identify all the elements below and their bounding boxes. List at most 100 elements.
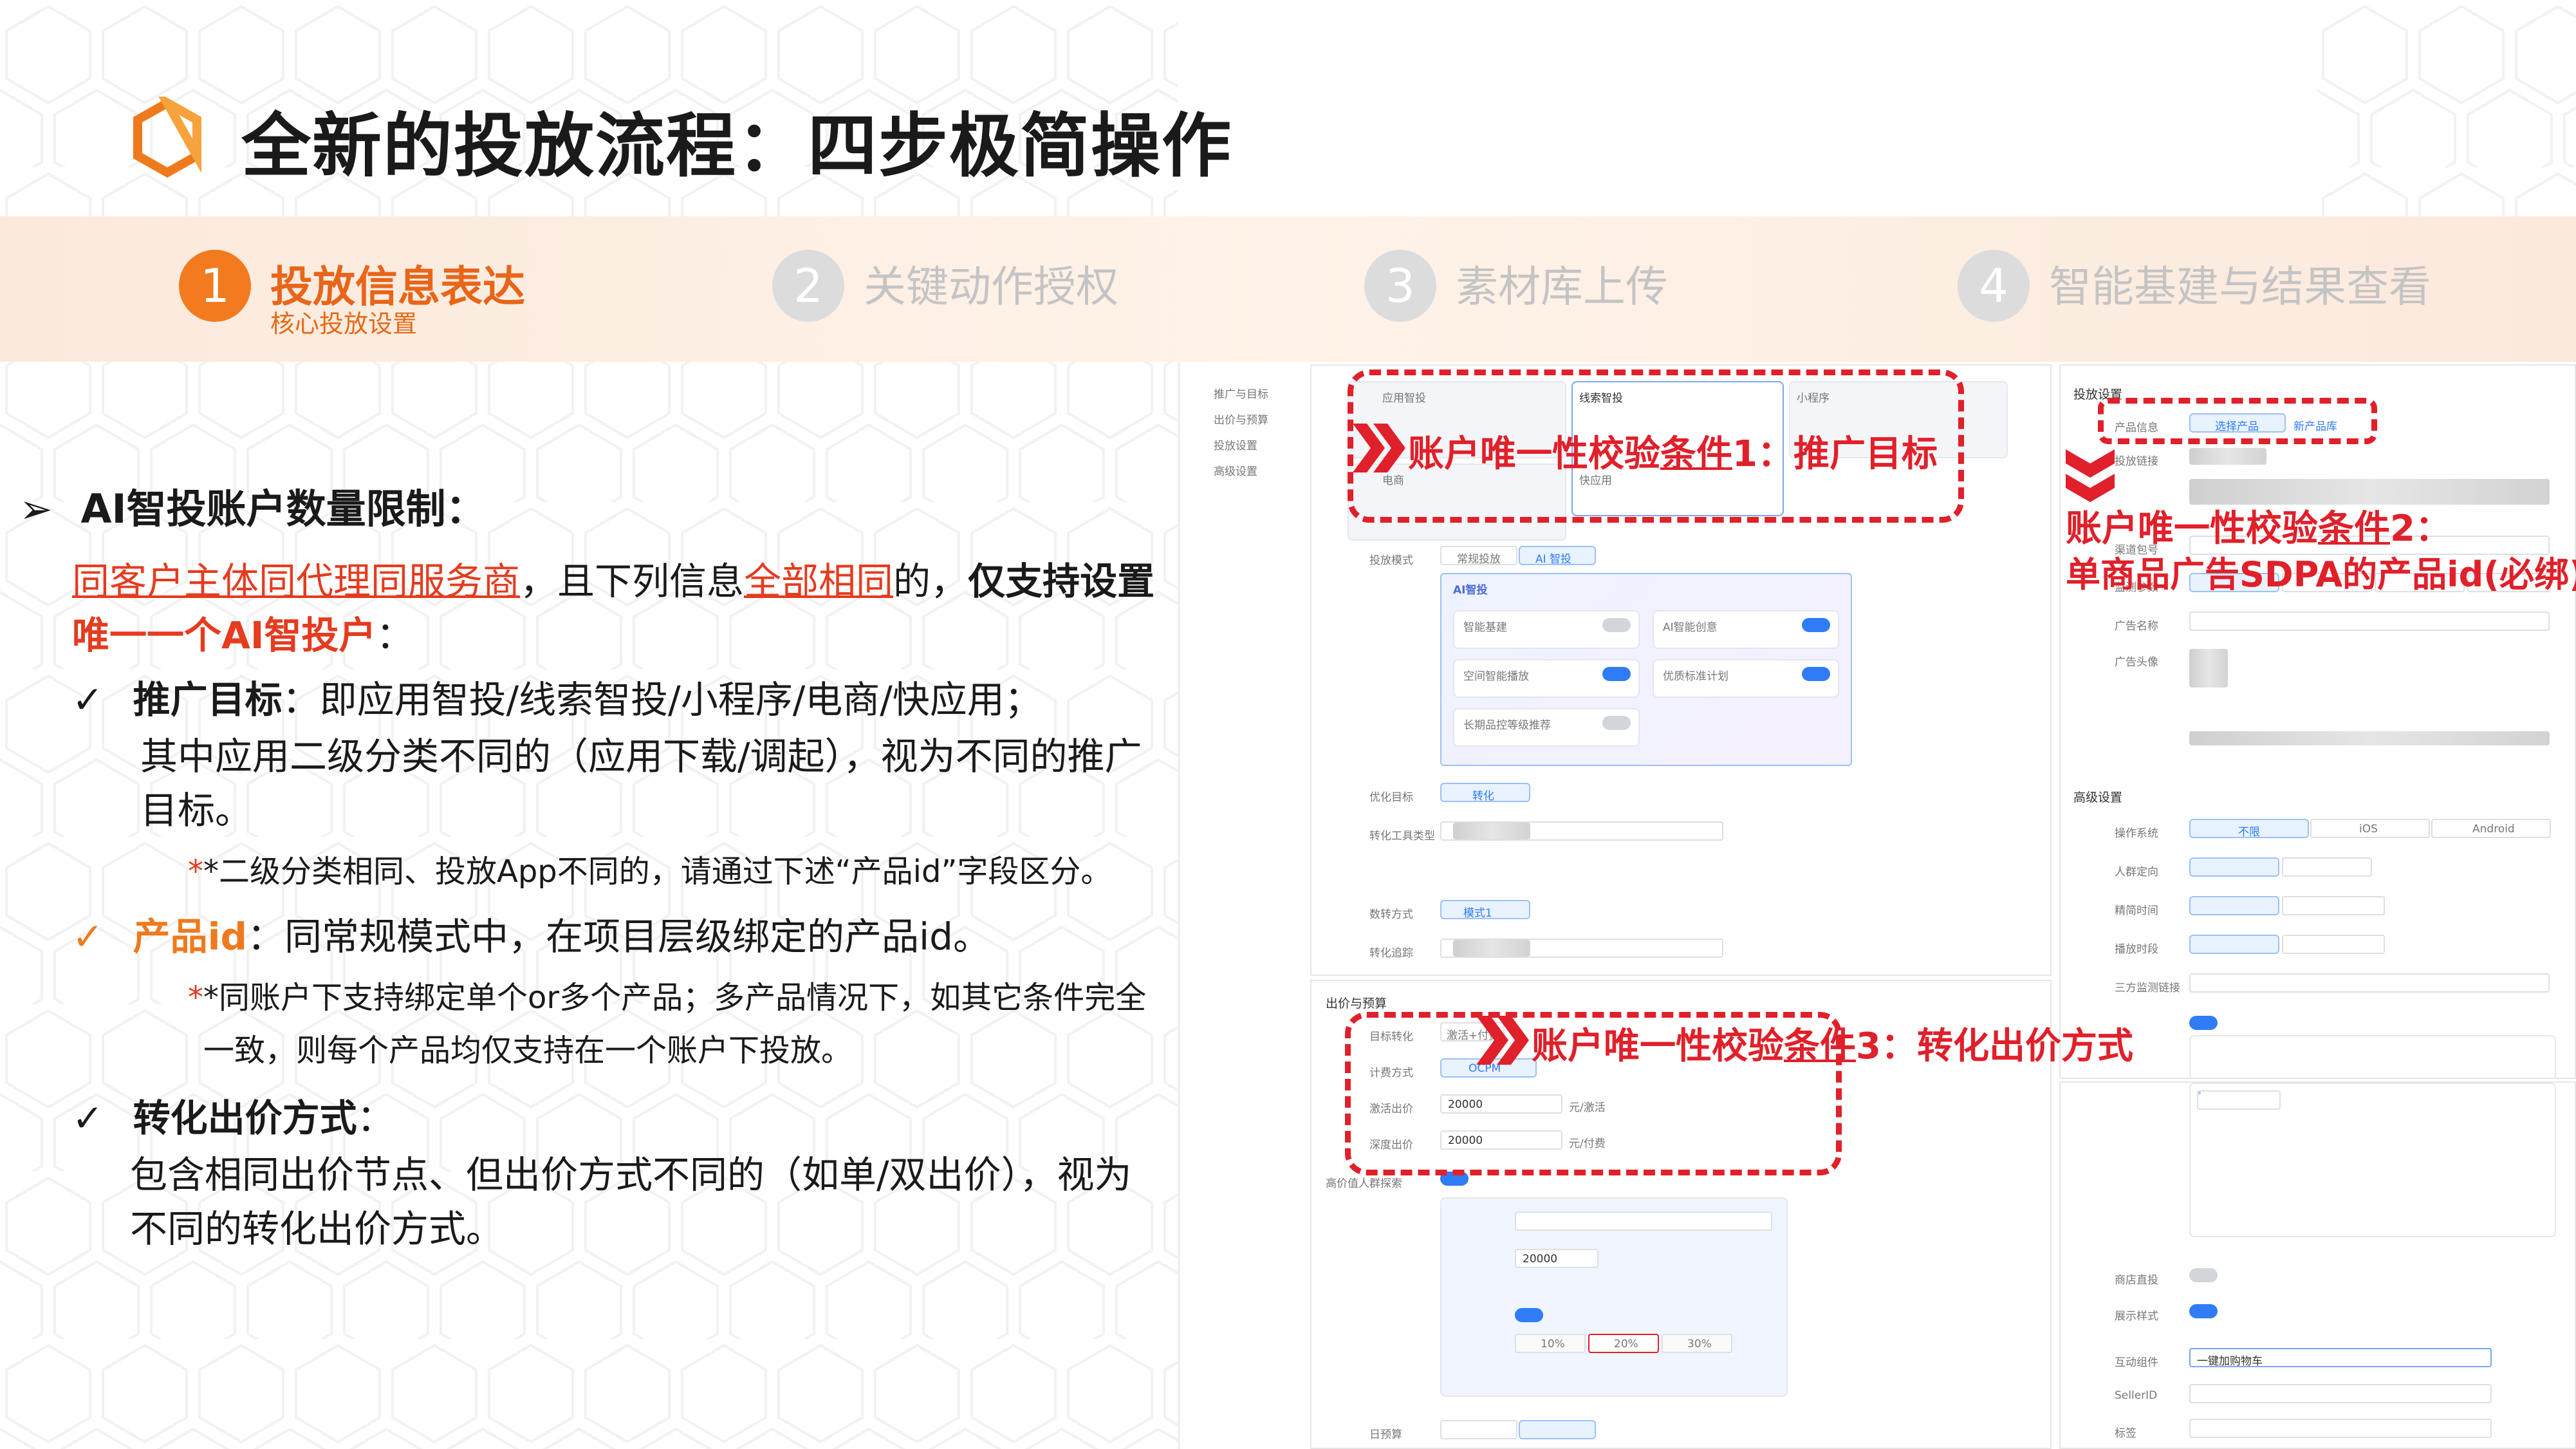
ai-option-2-toggle[interactable] xyxy=(1802,618,1830,632)
mode-ai-text: AI 智投 xyxy=(1535,553,1572,566)
store-direct-toggle[interactable] xyxy=(2189,1268,2218,1282)
callout-1-prefix: 账户唯一性校验 xyxy=(1408,433,1660,475)
chevron-right-icon xyxy=(1476,1016,1529,1065)
callout-condition-3: 账户唯一性校验条件3：转化出价方式 xyxy=(1532,1017,2133,1069)
os-ios-label: iOS xyxy=(2359,823,2378,836)
package-screenshot: 商店直投 展示样式 互动组件 一键加购物车 SellerID 标签 xyxy=(2059,1081,2576,1449)
label-tag: 标签 xyxy=(2115,1427,2136,1440)
arrow-bullet-icon: ➢ xyxy=(19,485,53,532)
label-schedule: 播放时段 xyxy=(2115,943,2158,956)
avatar-name xyxy=(2189,731,2550,745)
pct-20-label: 20% xyxy=(1614,1338,1638,1351)
link-value xyxy=(2189,448,2266,465)
schedule-option-1[interactable] xyxy=(2189,935,2279,954)
nav-item-advanced[interactable]: 高级设置 xyxy=(1214,462,1257,478)
section-heading: AI智投账户数量限制： xyxy=(80,485,486,532)
step-4-number: 4 xyxy=(1958,250,2030,322)
callout-3-prefix: 账户唯一性校验 xyxy=(1532,1025,1784,1067)
item-1-line-3: 目标。 xyxy=(140,789,253,832)
step-4-label: 智能基建与结果查看 xyxy=(2049,262,2431,312)
label-high-value: 高价值人群探索 xyxy=(1326,1177,1402,1190)
slide: 全新的投放流程：四步极简操作 1 投放信息表达 核心投放设置 2 关键动作授权 … xyxy=(0,0,2576,1449)
ai-option-1-toggle[interactable] xyxy=(1602,618,1631,632)
step-2-number: 2 xyxy=(772,250,844,322)
label-daily-budget: 日预算 xyxy=(1369,1428,1402,1441)
item-1-text: ：即应用智投/线索智投/小程序/电商/快应用； xyxy=(282,678,1042,722)
step-2-label: 关键动作授权 xyxy=(864,262,1118,312)
intro-all-same: 全部相同 xyxy=(744,559,894,603)
item-1-note: **二级分类相同、投放App不同的，请通过下述“产品id”字段区分。 xyxy=(188,854,1112,890)
item-3-line-2: 包含相同出价节点、但出价方式不同的（如单/双出价），视为 xyxy=(130,1153,1132,1197)
ai-option-4-toggle[interactable] xyxy=(1802,667,1830,681)
crowd-option-2[interactable] xyxy=(2282,857,2372,877)
callout-2-prefix: 账户唯一性校验 xyxy=(2066,508,2318,550)
label-time: 精简时间 xyxy=(2115,904,2158,917)
heading-line: ➢ AI智投账户数量限制： xyxy=(19,476,486,534)
seller-input[interactable] xyxy=(2189,1384,2492,1403)
optimize-option-text: 转化 xyxy=(1472,790,1494,803)
tag-input[interactable] xyxy=(2189,1419,2492,1438)
ai-option-5-toggle[interactable] xyxy=(1602,716,1631,730)
item-2-text: ：同常规模式中，在项目层级绑定的产品id。 xyxy=(247,915,990,958)
check-icon: ✓ xyxy=(72,1096,104,1140)
crowd-option-1[interactable] xyxy=(2189,857,2279,877)
tracking-select-value xyxy=(1453,940,1530,957)
package-picker xyxy=(2189,1035,2556,1078)
package-search[interactable] xyxy=(2197,1090,2281,1110)
item-2-note-1: **同账户下支持绑定单个or多个产品；多产品情况下，如其它条件完全 xyxy=(188,980,1147,1016)
step-3-label: 素材库上传 xyxy=(1456,262,1668,312)
high-value-bid: 20000 xyxy=(1523,1253,1558,1266)
nav-screenshot: 推广与目标 出价与预算 投放设置 高级设置 xyxy=(1189,362,1305,1449)
chevron-right-icon xyxy=(1353,424,1405,472)
step-1-sublabel: 核心投放设置 xyxy=(270,310,418,338)
avatar-image xyxy=(2189,649,2228,687)
schedule-option-2[interactable] xyxy=(2282,935,2385,954)
item-1-line-1: ✓ 推广目标：即应用智投/线索智投/小程序/电商/快应用； xyxy=(72,669,1042,724)
callout-3-underlined: 条件 xyxy=(1784,1025,1856,1067)
budget-toggle[interactable] xyxy=(2189,1016,2218,1030)
ai-option-5-label: 长期品控等级推荐 xyxy=(1463,719,1551,732)
label-ad-name: 广告名称 xyxy=(2115,620,2158,633)
item-3-colon: ： xyxy=(357,1096,394,1140)
label-avatar: 广告头像 xyxy=(2115,656,2158,669)
item-2-note-text-1: *同账户下支持绑定单个or多个产品；多产品情况下，如其它条件完全 xyxy=(203,980,1147,1016)
item-3-line-1: ✓ 转化出价方式： xyxy=(72,1088,394,1142)
intro-colon: ： xyxy=(376,613,414,657)
intro-same-client: 同客户主体同代理同服务商 xyxy=(72,559,521,603)
pct-30-label: 30% xyxy=(1687,1338,1712,1351)
style-toggle[interactable] xyxy=(2189,1304,2218,1318)
ai-option-2-label: AI智能创意 xyxy=(1663,621,1718,634)
label-mode: 投放模式 xyxy=(1369,554,1413,567)
ai-panel-title: AI智投 xyxy=(1453,584,1488,597)
hexagon-logo-icon xyxy=(133,97,201,178)
budget-set-option[interactable] xyxy=(1519,1420,1596,1439)
label-tracking: 转化追踪 xyxy=(1369,947,1413,960)
interactive-value: 一键加购物车 xyxy=(2197,1355,2263,1368)
nav-item-delivery[interactable]: 投放设置 xyxy=(1214,436,1257,453)
chevron-down-icon xyxy=(2066,449,2115,502)
mode-normal-text: 常规投放 xyxy=(1457,553,1501,566)
tool-select-value xyxy=(1453,823,1530,839)
intro-text-2: 的， xyxy=(893,559,968,603)
nav-item-bid[interactable]: 出价与预算 xyxy=(1214,411,1268,427)
os-all-label: 不限 xyxy=(2238,826,2260,839)
time-option-2[interactable] xyxy=(2282,896,2385,915)
ai-option-4-label: 优质标准计划 xyxy=(1663,670,1728,683)
callout-condition-2-detail: 单商品广告SDPA的产品id(必绑) xyxy=(2066,554,2576,595)
intro-text: ，且下列信息 xyxy=(520,559,745,603)
pct-10-label: 10% xyxy=(1541,1338,1565,1351)
item-2-title: 产品id xyxy=(133,915,248,958)
label-third-party: 三方监测链接 xyxy=(2115,982,2180,995)
high-value-select[interactable] xyxy=(1515,1211,1772,1231)
column-divider xyxy=(1178,362,1180,1449)
nav-item-target[interactable]: 推广与目标 xyxy=(1214,385,1268,401)
intro-only-one: 仅支持设置 xyxy=(968,559,1155,603)
third-party-select[interactable] xyxy=(2189,973,2550,993)
ai-option-3-toggle[interactable] xyxy=(1602,667,1631,681)
ad-name-input[interactable] xyxy=(2189,612,2550,631)
budget-unlimited-option[interactable] xyxy=(1440,1420,1517,1439)
high-value-sub-toggle[interactable] xyxy=(1515,1308,1543,1322)
callout-2-suffix: 2： xyxy=(2390,508,2451,550)
time-option-1[interactable] xyxy=(2189,896,2279,915)
highlight-box-product xyxy=(2098,398,2377,444)
